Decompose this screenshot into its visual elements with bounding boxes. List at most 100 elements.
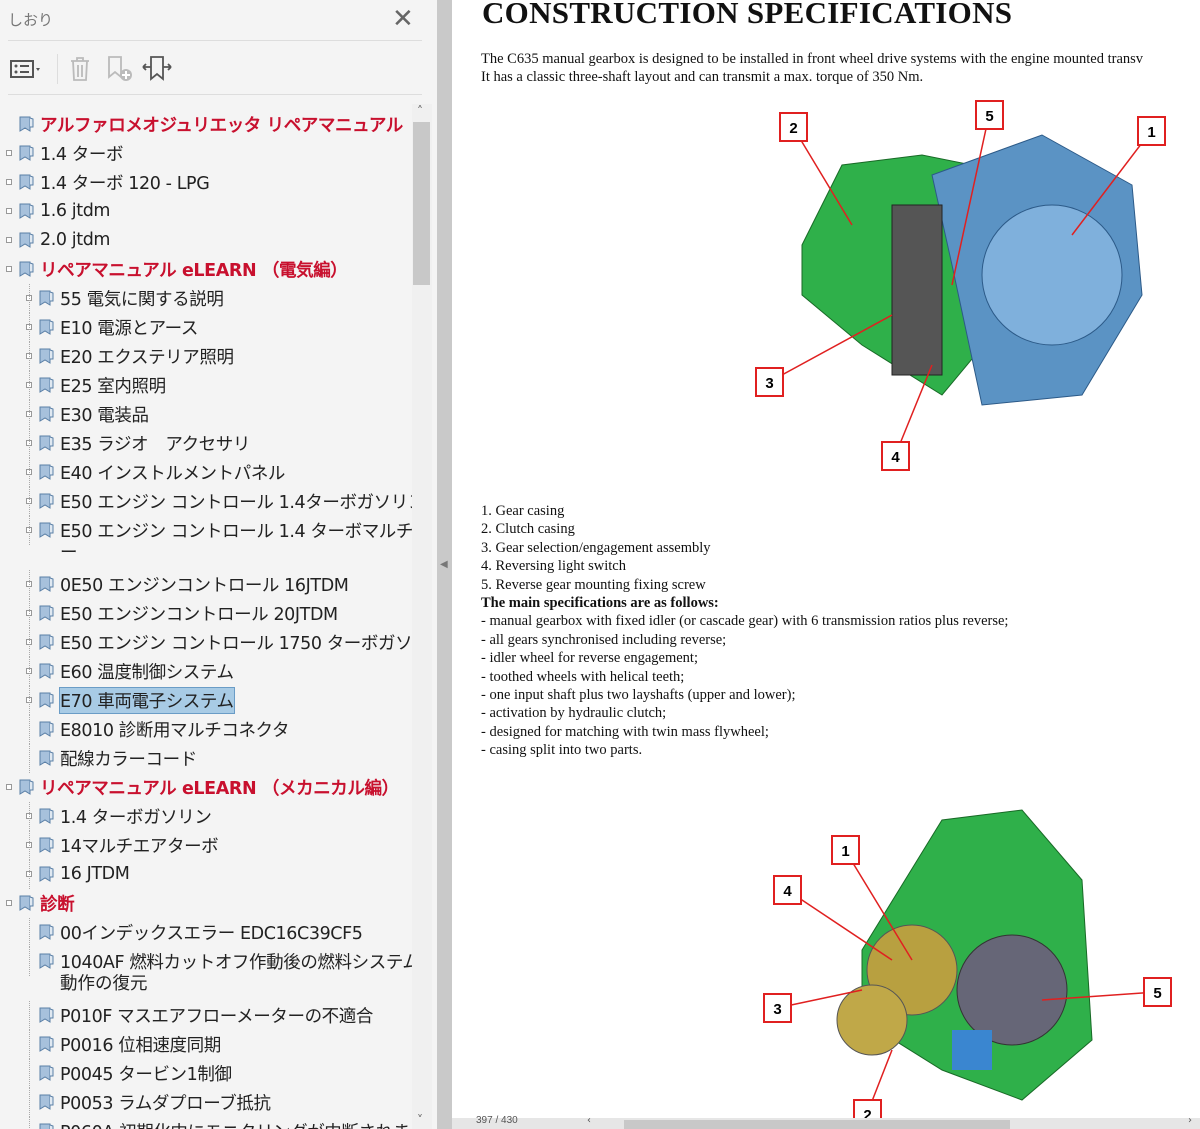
bookmark-item[interactable]: 1.4 ターボ <box>18 139 123 167</box>
bookmark-item[interactable]: 16 JTDM <box>38 860 130 888</box>
bookmark-icon <box>39 1007 54 1023</box>
bookmark-item[interactable]: E50 エンジン コントロール 1750 ターボガソリン <box>38 628 412 656</box>
bookmark-label: 55 電気に関する説明 <box>60 289 224 310</box>
bookmark-item[interactable]: P060A 初期化中にモニタリングが中断されまし <box>38 1117 412 1129</box>
bookmark-item[interactable]: P0045 タービン1制御 <box>38 1059 232 1087</box>
bookmark-icon <box>39 663 54 679</box>
bookmark-item[interactable]: 55 電気に関する説明 <box>38 284 224 312</box>
options-button[interactable] <box>9 54 45 84</box>
bookmark-item[interactable]: P0016 位相速度同期 <box>38 1030 221 1058</box>
bookmark-label: 00インデックスエラー EDC16C39CF5 <box>60 923 363 944</box>
spec-heading: The main specifications are as follows: <box>481 595 719 611</box>
bookmark-item[interactable]: E20 エクステリア照明 <box>38 342 234 370</box>
bookmark-item[interactable]: P010F マスエアフローメーターの不適合 <box>38 1001 373 1029</box>
bookmark-icon <box>39 953 54 969</box>
doc-line: - manual gearbox with fixed idler (or ca… <box>481 613 1009 630</box>
bookmark-icon <box>39 348 54 364</box>
bookmark-label: 16 JTDM <box>60 864 130 884</box>
bookmark-label: P0016 位相速度同期 <box>60 1035 221 1056</box>
bookmark-item[interactable]: E40 インストルメントパネル <box>38 458 285 486</box>
bookmark-item[interactable]: 配線カラーコード <box>38 744 197 772</box>
scrollbar-thumb[interactable] <box>413 122 430 285</box>
bookmark-icon <box>39 522 54 538</box>
expand-toggle-icon[interactable] <box>6 179 12 185</box>
bookmark-item[interactable]: E50 エンジン コントロール 1.4ターボガソリン <box>38 487 412 515</box>
callout-number: 5 <box>1153 985 1161 1002</box>
list-options-icon <box>10 60 40 78</box>
expand-toggle-icon[interactable] <box>6 784 12 790</box>
divider <box>8 94 422 95</box>
bookmark-icon <box>39 1094 54 1110</box>
expand-bookmark-button[interactable] <box>142 54 172 84</box>
bookmark-expand-icon <box>142 56 172 81</box>
bookmark-item[interactable]: E50 エンジン コントロール 1.4 ターボマルチエア <box>38 516 412 544</box>
bookmark-item[interactable]: 00インデックスエラー EDC16C39CF5 <box>38 918 363 946</box>
bookmark-label-continued: ー <box>60 543 78 563</box>
bookmark-label: E50 エンジンコントロール 20JTDM <box>60 604 338 625</box>
callout-number: 4 <box>783 883 792 900</box>
bookmark-item[interactable]: E60 温度制御システム <box>38 657 234 685</box>
bookmark-item[interactable]: E35 ラジオ アクセサリ <box>38 429 250 457</box>
expand-toggle-icon[interactable] <box>6 266 12 272</box>
new-bookmark-button[interactable] <box>106 54 134 84</box>
intro-line: The C635 manual gearbox is designed to b… <box>481 51 1144 67</box>
bookmark-item[interactable]: 14マルチエアターボ <box>38 831 219 859</box>
expand-toggle-icon[interactable] <box>6 150 12 156</box>
bookmark-item[interactable]: E30 電装品 <box>38 400 149 428</box>
scroll-right-icon[interactable]: › <box>1188 1115 1192 1126</box>
close-icon[interactable]: ✕ <box>392 4 414 34</box>
collapse-arrow-icon[interactable]: ◀ <box>440 559 448 570</box>
bookmark-item[interactable]: P0053 ラムダプローブ抵抗 <box>38 1088 271 1116</box>
callout-number: 2 <box>789 120 797 137</box>
bookmark-label: E8010 診断用マルチコネクタ <box>60 720 290 741</box>
bookmark-label: アルファロメオジュリエッタ リペアマニュアル <box>40 115 403 136</box>
bookmark-icon <box>19 232 34 248</box>
bookmark-icon <box>19 779 34 795</box>
bookmark-icon <box>39 1123 54 1129</box>
bookmark-item[interactable]: 1.4 ターボガソリン <box>38 802 212 830</box>
scroll-down-icon[interactable]: ˅ <box>417 1113 423 1127</box>
scroll-up-icon[interactable]: ˄ <box>417 104 423 118</box>
doc-line: - idler wheel for reverse engagement; <box>481 650 698 667</box>
bookmark-label: E25 室内照明 <box>60 376 166 397</box>
bookmark-item[interactable]: 診断 <box>18 889 75 917</box>
scrollbar-thumb[interactable] <box>624 1120 1010 1129</box>
bookmark-item[interactable]: E10 電源とアース <box>38 313 198 341</box>
bookmark-item[interactable]: E25 室内照明 <box>38 371 166 399</box>
expand-toggle-icon[interactable] <box>6 208 12 214</box>
bookmark-label: 1.4 ターボガソリン <box>60 807 212 828</box>
gearbox-cutaway-figure: 1 4 3 5 2 <box>763 809 1172 1118</box>
bookmark-item[interactable]: リペアマニュアル eLEARN （メカニカル編） <box>18 773 399 801</box>
bookmark-item[interactable]: E70 車両電子システム <box>38 686 235 714</box>
doc-line: 1. Gear casing <box>481 503 565 519</box>
bookmark-item[interactable]: E8010 診断用マルチコネクタ <box>38 715 289 743</box>
bookmark-item[interactable]: アルファロメオジュリエッタ リペアマニュアル <box>18 110 403 138</box>
bookmark-label: 配線カラーコード <box>60 749 197 770</box>
bookmark-label: 診断 <box>40 894 75 915</box>
bookmark-icon <box>19 895 34 911</box>
panel-splitter[interactable]: ◀ <box>437 0 452 1129</box>
doc-line: - toothed wheels with helical teeth; <box>481 668 685 685</box>
delete-bookmark-button[interactable] <box>68 54 92 84</box>
bookmark-item[interactable]: リペアマニュアル eLEARN （電気編） <box>18 255 348 283</box>
bookmark-item[interactable]: 2.0 jtdm <box>18 226 110 254</box>
callout-number: 5 <box>985 108 993 125</box>
bookmark-icon <box>19 203 34 219</box>
bookmark-item[interactable]: 1.4 ターボ 120 - LPG <box>18 168 210 196</box>
expand-toggle-icon[interactable] <box>6 237 12 243</box>
scroll-left-icon[interactable]: ‹ <box>587 1115 591 1126</box>
bookmark-label: E50 エンジン コントロール 1.4 ターボマルチエア <box>60 521 412 542</box>
bookmark-item[interactable]: 1.6 jtdm <box>18 197 110 225</box>
bookmark-icon <box>39 377 54 393</box>
bookmarks-panel: しおり ✕ アルファロメオジュリエッタ リペアマニュアル 1.4 ターボ 1.4 タ… <box>0 0 437 1129</box>
intro-line: It has a classic three-shaft layout and … <box>481 69 924 85</box>
bookmark-label: 1.4 ターボ <box>40 144 124 165</box>
expand-toggle-icon[interactable] <box>6 900 12 906</box>
bookmark-add-icon <box>108 56 132 81</box>
horizontal-scrollbar[interactable]: 397 / 430 ‹ › <box>452 1115 1200 1129</box>
bookmark-label: P0053 ラムダプローブ抵抗 <box>60 1093 271 1114</box>
callout-number: 1 <box>841 843 849 860</box>
bookmark-label: E70 車両電子システム <box>59 686 235 714</box>
bookmark-item[interactable]: E50 エンジンコントロール 20JTDM <box>38 599 338 627</box>
bookmark-item[interactable]: 0E50 エンジンコントロール 16JTDM <box>38 570 349 598</box>
